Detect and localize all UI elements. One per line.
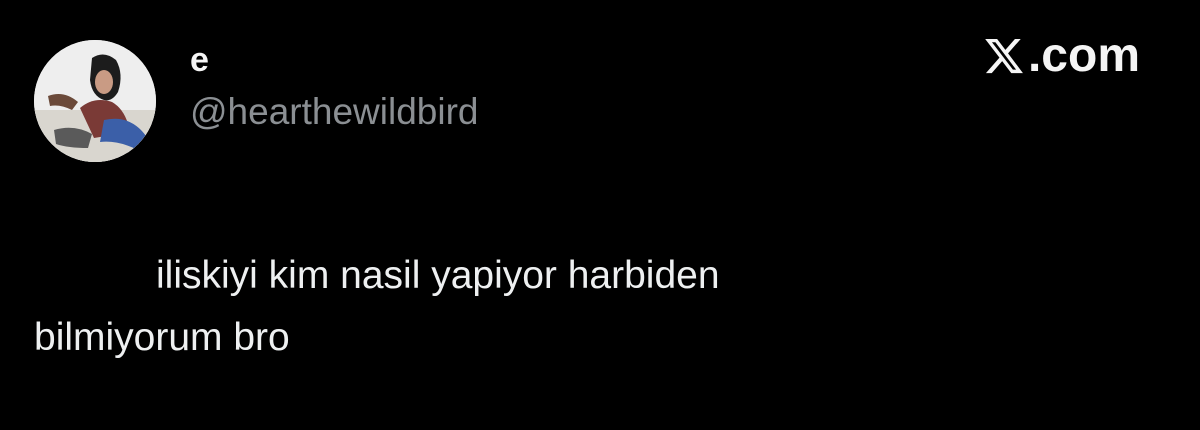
avatar[interactable] — [34, 40, 156, 162]
tweet-text-line-1: iliskiyi kim nasil yapiyor harbiden — [156, 254, 720, 297]
x-logo-icon — [985, 38, 1023, 74]
brand-domain: .com — [1027, 29, 1140, 82]
author-display-name[interactable]: e — [190, 40, 209, 80]
tweet-text: iliskiyi kim nasil yapiyor harbiden bilmi… — [34, 245, 1164, 369]
author-handle[interactable]: @hearthewildbird — [190, 90, 478, 134]
tweet-text-line-2: bilmiyorum bro — [34, 316, 290, 359]
x-brand: .com — [982, 30, 1140, 82]
avatar-photo — [34, 40, 156, 162]
